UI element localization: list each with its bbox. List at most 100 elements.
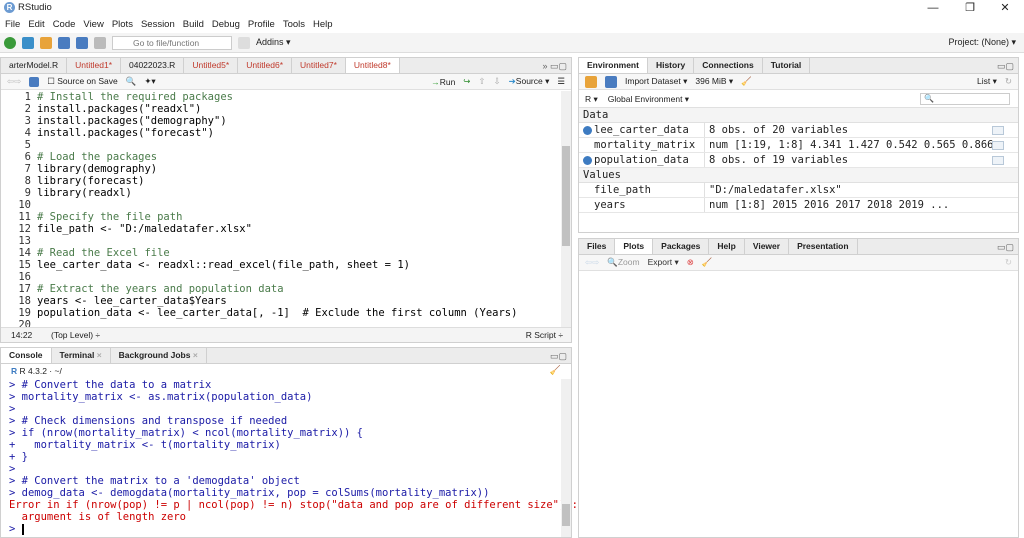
tab-viewer[interactable]: Viewer (745, 239, 790, 254)
new-project-icon[interactable] (22, 36, 34, 49)
new-file-icon[interactable] (4, 36, 16, 49)
search-icon[interactable]: 🔍 (126, 76, 137, 87)
open-folder-icon[interactable] (40, 36, 52, 49)
scope-selector[interactable]: (Top Level) ÷ (51, 328, 100, 342)
close-icon[interactable]: × (97, 350, 102, 360)
code-editor[interactable]: 1 # Install the required packages 2 install… (1, 91, 559, 331)
outline-icon[interactable]: ☰ (557, 76, 565, 87)
save-workspace-icon[interactable] (605, 75, 617, 88)
goto-file-input[interactable]: Go to file/function (112, 35, 232, 50)
console-error-line: argument is of length zero (9, 511, 187, 523)
menu-view[interactable]: View (83, 19, 103, 30)
back-forward-icon[interactable]: ⇦⇨ (7, 76, 21, 87)
environment-row[interactable]: years num [1:8] 2015 2016 2017 2018 2019 … (579, 198, 1018, 213)
tab-tutorial[interactable]: Tutorial (763, 58, 811, 73)
console-cursor[interactable] (21, 523, 24, 535)
refresh-icon[interactable]: ↻ (1005, 257, 1012, 268)
environment-search-input[interactable]: 🔍 (920, 93, 1010, 105)
menu-code[interactable]: Code (53, 19, 76, 30)
source-on-save-checkbox[interactable]: ☐ Source on Save (47, 76, 117, 87)
source-on-save-label: Source on Save (57, 76, 118, 86)
view-table-icon[interactable] (992, 155, 1004, 165)
close-button[interactable]: ✕ (990, 0, 1020, 16)
pane-minmax-icon[interactable]: » ▭▢ (542, 61, 567, 72)
back-forward-icon[interactable]: ⇦⇨ (585, 257, 599, 268)
up-icon[interactable]: ⇧ (478, 76, 485, 87)
import-dataset-button[interactable]: Import Dataset ▾ (625, 76, 687, 87)
close-icon[interactable]: × (193, 350, 198, 360)
tab-history[interactable]: History (648, 58, 695, 73)
environment-selector[interactable]: Global Environment ▾ (608, 94, 689, 105)
menu-file[interactable]: File (5, 19, 20, 30)
broom-icon[interactable]: 🧹 (702, 257, 713, 268)
tab-console[interactable]: Console (1, 348, 52, 363)
print-icon[interactable] (94, 36, 106, 49)
grid-layout-icon[interactable] (238, 36, 250, 49)
menu-tools[interactable]: Tools (283, 19, 305, 30)
list-view-selector[interactable]: List ▾ (977, 76, 997, 87)
memory-usage[interactable]: 396 MiB ▾ (695, 76, 733, 87)
down-icon[interactable]: ⇩ (494, 76, 501, 87)
addins-menu[interactable]: Addins ▾ (256, 37, 291, 48)
tab-terminal[interactable]: Terminal × (52, 348, 111, 363)
run-button[interactable]: →Run (431, 77, 455, 87)
menu-build[interactable]: Build (183, 19, 204, 30)
tab-connections[interactable]: Connections (694, 58, 763, 73)
pane-minmax-icon[interactable]: ▭▢ (997, 242, 1014, 253)
magic-wand-icon[interactable]: ✦▾ (144, 76, 155, 87)
project-menu[interactable]: Project: (None) ▾ (948, 37, 1016, 48)
source-button[interactable]: ➔Source ▾ (509, 76, 550, 87)
code-text: # Specify the file path (37, 211, 183, 223)
restore-button[interactable]: ❐ (955, 0, 985, 16)
menu-debug[interactable]: Debug (212, 19, 240, 30)
minimize-button[interactable]: — (918, 0, 948, 16)
view-table-icon[interactable] (992, 125, 1004, 135)
file-type-selector[interactable]: R Script ÷ (526, 328, 563, 342)
environment-row[interactable]: lee_carter_data 8 obs. of 20 variables (579, 123, 1018, 138)
tab-help[interactable]: Help (709, 239, 745, 254)
broom-icon[interactable]: 🧹 (741, 76, 752, 87)
tab-untitled7[interactable]: Untitled7* (292, 58, 346, 73)
tab-untitled1[interactable]: Untitled1* (67, 58, 121, 73)
menu-edit[interactable]: Edit (28, 19, 44, 30)
tab-packages[interactable]: Packages (653, 239, 710, 254)
view-table-icon[interactable] (992, 140, 1004, 150)
tab-files[interactable]: Files (579, 239, 616, 254)
clear-console-icon[interactable]: 🧹 (550, 365, 561, 376)
values-section-header: Values (579, 168, 1018, 183)
tab-artermodel[interactable]: arterModel.R (1, 58, 68, 73)
menu-plots[interactable]: Plots (112, 19, 133, 30)
environment-row[interactable]: file_path "D:/maledatafer.xlsx" (579, 183, 1018, 198)
menu-help[interactable]: Help (313, 19, 333, 30)
pane-minmax-icon[interactable]: ▭▢ (550, 351, 567, 362)
menu-session[interactable]: Session (141, 19, 175, 30)
environment-row[interactable]: mortality_matrix num [1:19, 1:8] 4.341 1.… (579, 138, 1018, 153)
expand-icon[interactable] (583, 126, 592, 135)
export-button[interactable]: Export ▾ (648, 257, 679, 268)
language-selector[interactable]: R ▾ (585, 94, 598, 105)
save-all-icon[interactable] (76, 36, 88, 49)
refresh-icon[interactable]: ↻ (1005, 76, 1012, 87)
tab-background-jobs[interactable]: Background Jobs × (111, 348, 207, 363)
rerun-icon[interactable]: ↪ (463, 76, 470, 87)
tab-plots[interactable]: Plots (615, 239, 654, 254)
pane-minmax-icon[interactable]: ▭▢ (997, 61, 1014, 72)
tab-untitled5[interactable]: Untitled5* (184, 58, 239, 73)
environment-row[interactable]: population_data 8 obs. of 19 variables (579, 153, 1018, 168)
expand-icon[interactable] (583, 156, 592, 165)
save-icon[interactable] (29, 76, 40, 87)
tab-04022023[interactable]: 04022023.R (121, 58, 185, 73)
tab-untitled6[interactable]: Untitled6* (238, 58, 293, 73)
tab-presentation[interactable]: Presentation (789, 239, 858, 254)
save-icon[interactable] (58, 36, 70, 49)
editor-status-bar: 14:22 (Top Level) ÷ R Script ÷ (1, 327, 571, 342)
tab-environment[interactable]: Environment (579, 58, 648, 73)
console-output[interactable]: > # Convert the data to a matrix > mortal… (9, 379, 578, 535)
menu-profile[interactable]: Profile (248, 19, 275, 30)
load-workspace-icon[interactable] (585, 75, 597, 88)
delete-plot-icon[interactable]: ⊗ (687, 257, 694, 268)
tab-untitled8[interactable]: Untitled8* (345, 58, 400, 73)
zoom-button[interactable]: 🔍Zoom (607, 257, 639, 268)
editor-scrollbar[interactable] (561, 91, 571, 327)
console-scrollbar[interactable] (561, 379, 571, 537)
